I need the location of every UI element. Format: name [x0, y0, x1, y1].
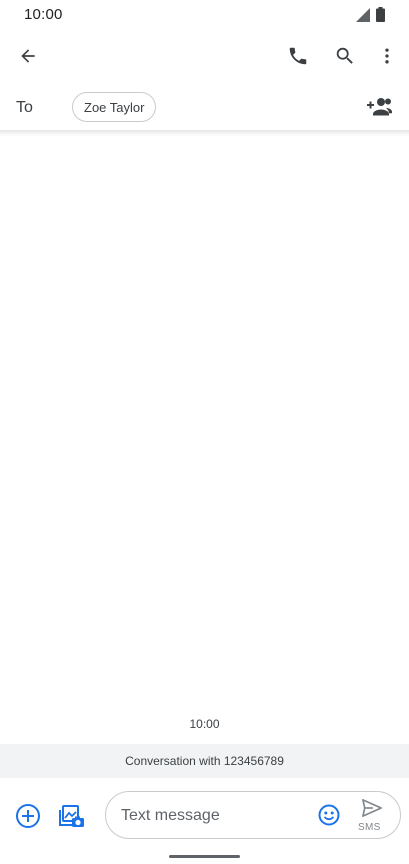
compose-bar: Text message SMS [0, 778, 409, 864]
recipient-row: To Zoe Taylor [0, 86, 409, 130]
back-arrow-icon[interactable] [12, 40, 44, 72]
gallery-icon[interactable] [56, 800, 88, 832]
add-person-icon[interactable] [364, 91, 396, 123]
more-vert-icon[interactable] [371, 40, 403, 72]
send-type-label: SMS [358, 822, 381, 833]
search-icon[interactable] [329, 40, 361, 72]
phone-icon[interactable] [282, 40, 314, 72]
gesture-nav-handle[interactable] [169, 855, 240, 858]
emoji-icon[interactable] [313, 799, 345, 831]
recipient-chip[interactable]: Zoe Taylor [72, 92, 157, 122]
message-input[interactable]: Text message [121, 807, 220, 825]
signal-icon [356, 7, 370, 27]
compose-field[interactable]: Text message SMS [105, 791, 401, 839]
message-timestamp: 10:00 [189, 717, 220, 731]
conversation-info-bar: Conversation with 123456789 [0, 744, 409, 778]
status-bar: 10:00 [0, 0, 409, 30]
app-toolbar [0, 30, 409, 82]
status-time: 10:00 [24, 6, 63, 23]
status-icons [356, 7, 385, 27]
to-label: To [16, 99, 33, 116]
battery-icon [376, 7, 385, 27]
header-divider [0, 130, 409, 136]
conversation-info-text: Conversation with 123456789 [125, 754, 284, 768]
add-circle-icon[interactable] [12, 800, 44, 832]
recipient-chip-label: Zoe Taylor [84, 99, 145, 115]
send-icon[interactable] [356, 792, 388, 824]
